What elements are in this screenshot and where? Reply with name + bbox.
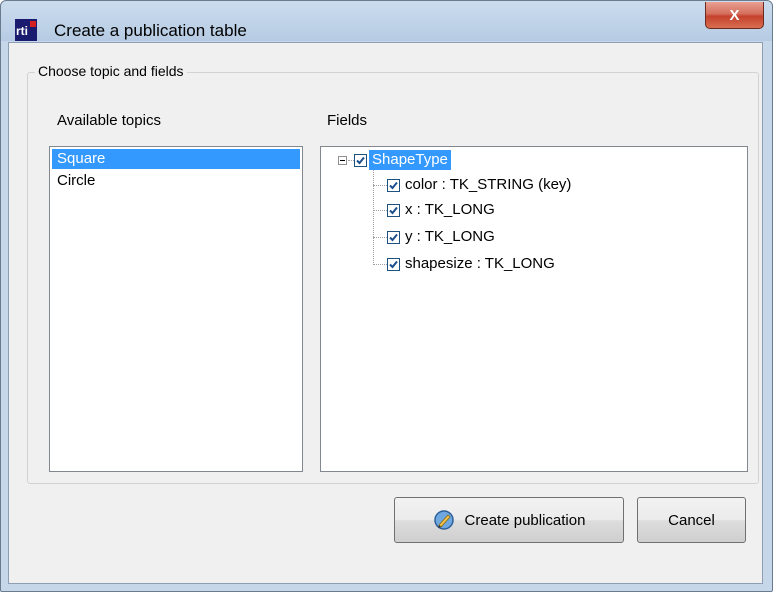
color-field-label: color : TK_STRING (key) — [405, 176, 572, 193]
available-topics-label: Available topics — [57, 112, 161, 129]
tree-node-color[interactable]: color : TK_STRING (key) — [387, 174, 574, 196]
tree-connector — [373, 185, 387, 187]
tree-connector — [373, 237, 387, 239]
close-button[interactable]: X — [705, 2, 764, 29]
svg-text:rti: rti — [16, 24, 28, 38]
tree-node-x[interactable]: x : TK_LONG — [387, 199, 498, 221]
checkmark-icon — [389, 206, 398, 214]
collapse-icon[interactable] — [338, 155, 347, 165]
tree-node-shapetype[interactable]: ShapeType — [338, 149, 451, 171]
tree-node-y[interactable]: y : TK_LONG — [387, 226, 498, 248]
fields-tree[interactable]: ShapeType color : TK_STRING (key) x : TK… — [320, 146, 748, 472]
checkmark-icon — [389, 260, 398, 268]
checkmark-icon — [389, 181, 398, 189]
x-checkbox[interactable] — [387, 203, 400, 217]
y-field-label: y : TK_LONG — [405, 228, 495, 245]
title-bar[interactable]: rti Create a publication table X — [1, 1, 772, 41]
tree-connector — [373, 169, 375, 265]
close-icon: X — [729, 6, 740, 24]
create-publication-label: Create publication — [464, 511, 586, 529]
publish-icon — [433, 510, 454, 530]
tree-connector — [373, 264, 387, 266]
cancel-label: Cancel — [668, 511, 715, 529]
tree-connector — [373, 210, 387, 212]
checkmark-icon — [356, 156, 365, 164]
shapetype-label: ShapeType — [369, 150, 451, 170]
rti-app-icon: rti — [15, 19, 37, 41]
shapetype-checkbox[interactable] — [354, 153, 367, 167]
color-checkbox[interactable] — [387, 178, 400, 192]
shapesize-field-label: shapesize : TK_LONG — [405, 255, 555, 272]
topic-item-circle[interactable]: Circle — [52, 171, 300, 191]
x-field-label: x : TK_LONG — [405, 201, 495, 218]
cancel-button[interactable]: Cancel — [637, 497, 746, 543]
checkmark-icon — [389, 233, 398, 241]
topics-listbox[interactable]: Square Circle — [49, 146, 303, 472]
window-title: Create a publication table — [54, 21, 247, 40]
groupbox-legend: Choose topic and fields — [35, 63, 187, 79]
shapesize-checkbox[interactable] — [387, 257, 400, 271]
y-checkbox[interactable] — [387, 230, 400, 244]
topic-item-square[interactable]: Square — [52, 149, 300, 169]
tree-node-shapesize[interactable]: shapesize : TK_LONG — [387, 253, 558, 275]
create-publication-button[interactable]: Create publication — [394, 497, 624, 543]
fields-label: Fields — [327, 112, 368, 129]
